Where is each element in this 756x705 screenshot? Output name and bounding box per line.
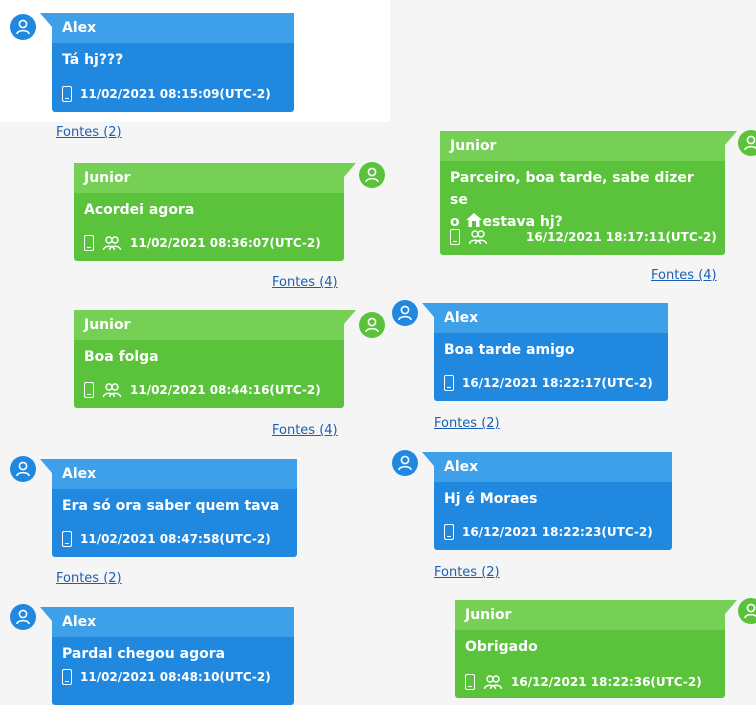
phone-icon (450, 229, 460, 245)
message-text: Tá hj??? (62, 52, 124, 68)
fontes-link[interactable]: Fontes (2) (56, 125, 122, 140)
message-bubble[interactable]: Alex Era só ora saber quem tava 11/02/20… (40, 459, 297, 557)
message-bubble[interactable]: Junior Acordei agora 11/02/2021 08:36:07… (74, 163, 356, 261)
timestamp: 16/12/2021 18:17:11(UTC-2) (526, 230, 717, 244)
fontes-link[interactable]: Fontes (2) (434, 416, 500, 431)
bubble-tail (40, 459, 52, 473)
message-meta: 16/12/2021 18:22:17(UTC-2) (444, 373, 653, 393)
person-icon (398, 455, 412, 471)
sender-name: Junior (455, 600, 725, 630)
message-bubble[interactable]: Junior Obrigado 16/12/2021 18:22:36(UTC-… (455, 600, 737, 698)
sender-name: Alex (52, 607, 294, 637)
phone-icon (465, 674, 475, 690)
bubble-tail (725, 131, 737, 145)
fontes-link[interactable]: Fontes (4) (272, 423, 338, 438)
message-text-line1: Parceiro, boa tarde, sabe dizer se (450, 170, 694, 208)
group-icon (102, 235, 122, 251)
timestamp: 11/02/2021 08:15:09(UTC-2) (80, 87, 271, 101)
timestamp: 16/12/2021 18:22:23(UTC-2) (462, 525, 653, 539)
avatar-alex (392, 300, 418, 326)
message-meta: 16/12/2021 18:17:11(UTC-2) (450, 227, 717, 247)
message-meta: 11/02/2021 08:47:58(UTC-2) (62, 529, 271, 549)
avatar-alex (10, 14, 36, 40)
message-text: Boa tarde amigo (444, 342, 575, 358)
sender-name: Alex (52, 459, 297, 489)
bubble-tail (40, 607, 52, 621)
person-icon (365, 317, 379, 333)
phone-icon (62, 86, 72, 102)
message-bubble[interactable]: Junior Boa folga 11/02/2021 08:44:16(UTC… (74, 310, 356, 408)
avatar-alex (392, 450, 418, 476)
phone-icon (84, 235, 94, 251)
message-meta: 16/12/2021 18:22:36(UTC-2) (465, 672, 702, 692)
timestamp: 11/02/2021 08:36:07(UTC-2) (130, 236, 321, 250)
sender-name: Alex (434, 452, 672, 482)
person-icon (365, 167, 379, 183)
message-text: Parceiro, boa tarde, sabe dizer se o est… (440, 161, 725, 235)
message-text: Obrigado (465, 639, 538, 655)
timestamp: 11/02/2021 08:47:58(UTC-2) (80, 532, 271, 546)
fontes-link[interactable]: Fontes (2) (434, 565, 500, 580)
fontes-link[interactable]: Fontes (4) (272, 275, 338, 290)
person-icon (16, 19, 30, 35)
bubble-tail (422, 303, 434, 317)
message-text: Boa folga (84, 349, 159, 365)
group-icon (483, 674, 503, 690)
message-bubble[interactable]: Alex Hj é Moraes 16/12/2021 18:22:23(UTC… (422, 452, 672, 550)
bubble-tail (344, 310, 356, 324)
bubble-tail (725, 600, 737, 614)
sender-name: Alex (52, 13, 294, 43)
phone-icon (84, 382, 94, 398)
message-text: Pardal chegou agora (62, 646, 226, 662)
timestamp: 16/12/2021 18:22:36(UTC-2) (511, 675, 702, 689)
message-text: Hj é Moraes (444, 491, 538, 507)
person-icon (744, 603, 756, 619)
message-bubble[interactable]: Junior Parceiro, boa tarde, sabe dizer s… (440, 131, 737, 255)
phone-icon (444, 375, 454, 391)
message-meta: 11/02/2021 08:36:07(UTC-2) (84, 233, 321, 253)
sender-name: Junior (74, 310, 344, 340)
timestamp: 11/02/2021 08:48:10(UTC-2) (80, 670, 271, 684)
person-icon (16, 609, 30, 625)
message-meta: 16/12/2021 18:22:23(UTC-2) (444, 522, 653, 542)
fontes-link[interactable]: Fontes (4) (651, 268, 717, 283)
person-icon (744, 135, 756, 151)
message-bubble[interactable]: Alex Tá hj??? 11/02/2021 08:15:09(UTC-2) (40, 13, 294, 112)
message-meta: 11/02/2021 08:48:10(UTC-2) (62, 667, 271, 687)
message-bubble[interactable]: Alex Boa tarde amigo 16/12/2021 18:22:17… (422, 303, 668, 401)
message-text: Era só ora saber quem tava (62, 498, 280, 514)
group-icon (102, 382, 122, 398)
message-meta: 11/02/2021 08:44:16(UTC-2) (84, 380, 321, 400)
phone-icon (62, 531, 72, 547)
avatar-alex (10, 604, 36, 630)
person-icon (16, 461, 30, 477)
group-icon (468, 229, 488, 245)
timestamp: 16/12/2021 18:22:17(UTC-2) (462, 376, 653, 390)
sender-name: Junior (440, 131, 725, 161)
avatar-alex (10, 456, 36, 482)
message-meta: 11/02/2021 08:15:09(UTC-2) (62, 84, 271, 104)
message-text: Acordei agora (84, 202, 195, 218)
message-bubble[interactable]: Alex Pardal chegou agora 11/02/2021 08:4… (40, 607, 294, 705)
avatar-junior (359, 312, 385, 338)
bubble-tail (422, 452, 434, 466)
phone-icon (444, 524, 454, 540)
fontes-link[interactable]: Fontes (2) (56, 571, 122, 586)
bubble-tail (40, 13, 52, 27)
person-icon (398, 305, 412, 321)
bubble-tail (344, 163, 356, 177)
sender-name: Alex (434, 303, 668, 333)
phone-icon (62, 669, 72, 685)
sender-name: Junior (74, 163, 344, 193)
avatar-junior (359, 162, 385, 188)
timestamp: 11/02/2021 08:44:16(UTC-2) (130, 383, 321, 397)
